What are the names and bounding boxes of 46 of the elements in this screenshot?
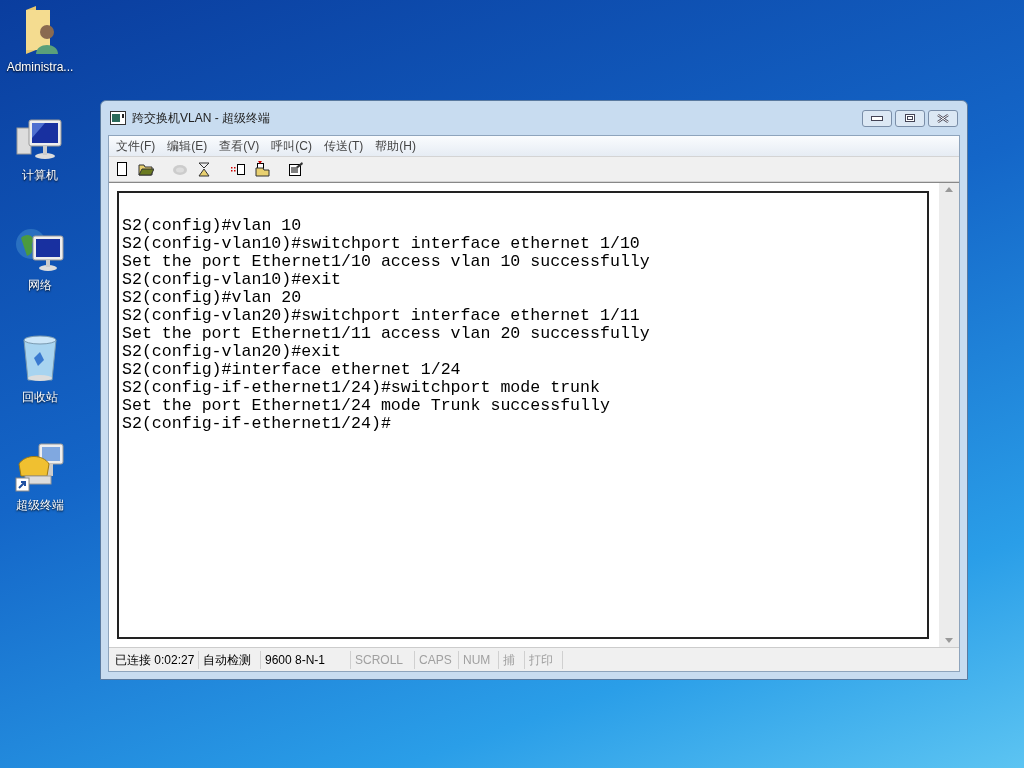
terminal-line: Set the port Ethernet1/11 access vlan 20 successfully bbox=[122, 325, 651, 343]
close-button[interactable] bbox=[928, 109, 958, 127]
terminal-line: S2(config-if-ethernet1/24)# bbox=[122, 415, 392, 433]
desktop-icon-label[interactable]: 回收站 bbox=[22, 388, 58, 406]
status-field: 打印 bbox=[525, 650, 563, 669]
menu-item[interactable]: 呼叫(C) bbox=[270, 137, 313, 155]
terminal-line: S2(config)#interface ethernet 1/24 bbox=[122, 361, 462, 379]
menu-item[interactable]: 文件(F) bbox=[115, 137, 157, 155]
desktop-icon-label[interactable]: 超级终端 bbox=[16, 496, 64, 514]
recycle-bin-icon bbox=[20, 334, 60, 384]
maximize-button[interactable] bbox=[895, 109, 925, 127]
status-field: NUM bbox=[459, 650, 499, 669]
maximize-icon bbox=[905, 114, 915, 122]
status-field: 自动检测 bbox=[199, 650, 261, 669]
terminal-line: Set the port Ethernet1/24 mode Trunk successfully bbox=[122, 397, 611, 415]
menu-item[interactable]: 帮助(H) bbox=[374, 137, 417, 155]
menu-item[interactable]: 传送(T) bbox=[323, 137, 365, 155]
properties-icon[interactable] bbox=[287, 160, 305, 178]
terminal-line: S2(config-vlan10)#exit bbox=[122, 271, 343, 289]
status-field: SCROLL bbox=[351, 650, 415, 669]
window-title: 跨交换机VLAN - 超级终端 bbox=[132, 110, 270, 127]
terminal-screen[interactable] bbox=[117, 191, 929, 639]
app-icon bbox=[110, 111, 126, 125]
status-field: 已连接 0:02:27 bbox=[111, 650, 199, 669]
minimize-button[interactable] bbox=[862, 109, 892, 127]
network-globe-icon bbox=[15, 226, 65, 272]
terminal-line: S2(config-if-ethernet1/24)#switchport mode trunk bbox=[122, 379, 601, 397]
menu-item[interactable]: 查看(V) bbox=[218, 137, 261, 155]
desktop-icon-label[interactable]: Administra... bbox=[6, 58, 74, 76]
terminal-line: S2(config)#vlan 10 bbox=[122, 217, 303, 235]
terminal-line: S2(config-vlan20)#exit bbox=[122, 343, 343, 361]
menu-item[interactable]: 编辑(E) bbox=[166, 137, 209, 155]
terminal-line: Set the port Ethernet1/10 access vlan 10 successfully bbox=[122, 253, 651, 271]
desktop-icon-label[interactable]: 计算机 bbox=[22, 166, 58, 184]
computer-icon bbox=[15, 118, 65, 162]
close-icon bbox=[937, 113, 949, 123]
terminal-line: S2(config)#vlan 20 bbox=[122, 289, 303, 307]
status-field: 9600 8-N-1 bbox=[261, 650, 351, 669]
terminal-line: S2(config-vlan10)#switchport interface ethernet 1/10 bbox=[122, 235, 641, 253]
terminal-line: S2(config-vlan20)#switchport interface ethernet 1/11 bbox=[122, 307, 641, 325]
status-field: CAPS bbox=[415, 650, 459, 669]
desktop-icon-label[interactable]: 网络 bbox=[28, 276, 52, 294]
minimize-icon bbox=[871, 115, 883, 121]
phone-computer-shortcut-icon bbox=[15, 442, 65, 492]
status-field: 捕 bbox=[499, 650, 525, 669]
receive-file-icon[interactable] bbox=[253, 160, 271, 178]
